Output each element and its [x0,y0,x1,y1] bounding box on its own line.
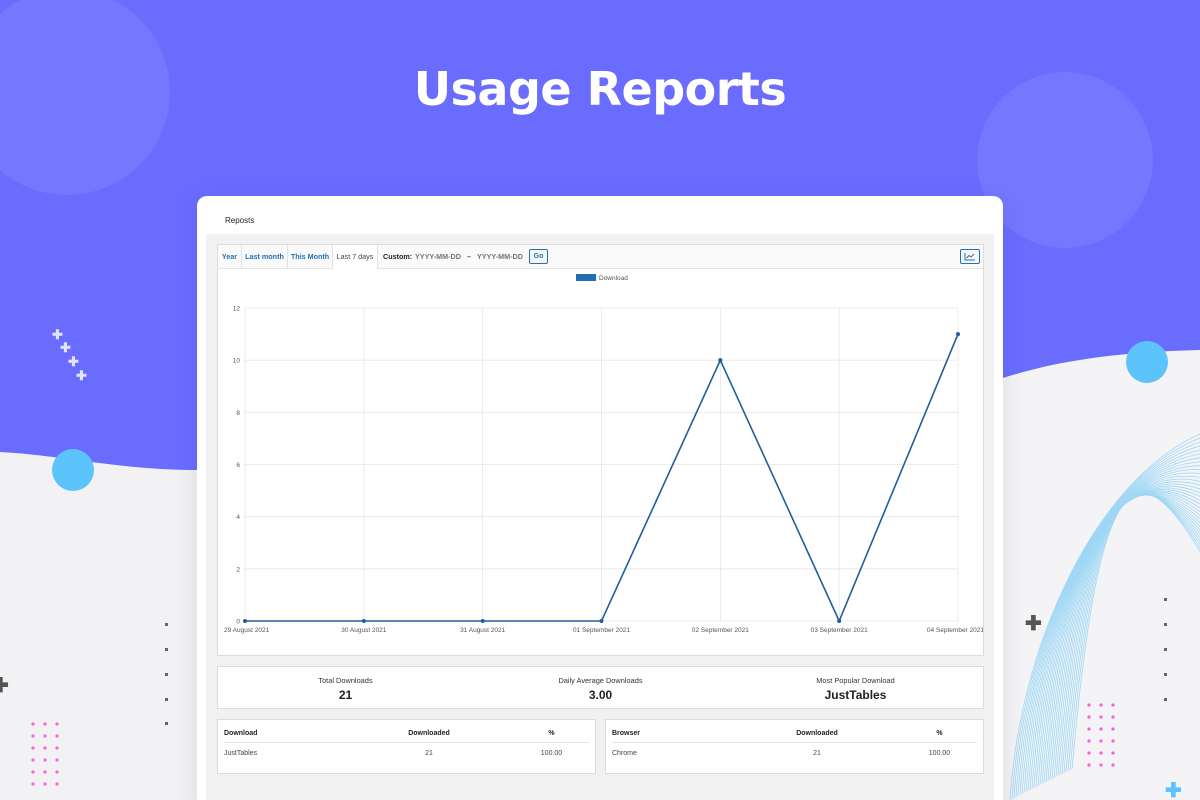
x-tick-label: 04 September 2021 [927,627,983,634]
svg-text:✚: ✚ [1165,780,1182,800]
tab-year[interactable]: Year [218,245,242,269]
downloads-line-chart: Download 0 2 4 6 8 10 12 29 August 2021 30 August… [224,274,983,634]
y-tick-label: 4 [236,514,240,521]
table-cell: Chrome [612,750,637,757]
column-header: Downloaded [732,728,902,743]
y-tick-label: 2 [236,566,240,573]
stat-label: Daily Average Downloads [558,676,643,685]
blue-bubble-left [52,449,94,491]
y-tick-label: 12 [233,306,241,313]
svg-text:✚: ✚ [68,354,79,369]
blue-bubble-right [1126,341,1168,383]
column-header: Downloaded [344,728,514,743]
column-header: Download [224,728,344,743]
x-tick-label: 03 September 2021 [811,627,868,634]
stat-value: 3.00 [588,688,613,702]
table-cell: JustTables [224,750,258,757]
stat-daily-average: Daily Average Downloads 3.00 [473,667,728,702]
stat-label: Total Downloads [318,676,373,685]
reports-body: Year Last month This Month Last 7 days C… [206,234,994,800]
stat-value: JustTables [824,688,887,702]
data-point [837,619,842,623]
tab-last-month[interactable]: Last month [242,245,288,269]
svg-text:✚: ✚ [1025,613,1042,635]
data-point [361,619,366,623]
go-button[interactable]: Go [529,249,548,264]
data-point [599,619,604,623]
stat-value: 21 [338,688,353,702]
column-header: % [902,728,977,743]
y-tick-label: 10 [233,358,241,365]
table-cell: 100.00 [540,750,563,757]
x-tick-label: 29 August 2021 [224,627,270,634]
x-tick-label: 01 September 2021 [573,627,630,634]
custom-range-label: Custom: [383,252,413,261]
table-row: JustTables 21 100.00 [224,743,589,757]
reports-tab[interactable]: Reposts [225,216,254,225]
svg-text:✚: ✚ [60,340,71,355]
line-chart-icon [964,253,975,261]
legend-label: Download [599,275,628,282]
table-row: Chrome 21 100.00 [612,743,977,757]
date-range-toolbar: Year Last month This Month Last 7 days C… [218,245,983,269]
table-cell: 21 [813,750,821,757]
data-point [243,619,247,623]
stat-total-downloads: Total Downloads 21 [218,667,473,702]
x-tick-label: 30 August 2021 [341,627,387,634]
downloads-table: Download Downloaded % JustTables 21 100.… [224,728,589,757]
browser-table-card: Browser Downloaded % Chrome 21 100.00 [605,719,984,774]
svg-text:✚: ✚ [0,675,9,697]
legend-swatch [576,274,596,281]
svg-text:✚: ✚ [76,368,87,383]
column-header: Browser [612,728,732,743]
stat-most-popular: Most Popular Download JustTables [728,667,983,702]
summary-card: Total Downloads 21 Daily Average Downloa… [217,666,984,709]
start-date-input[interactable] [415,251,465,263]
data-point [956,332,960,337]
table-cell: 21 [425,750,433,757]
data-point [718,358,723,363]
chart-card: Year Last month This Month Last 7 days C… [217,244,984,656]
table-cell: 100.00 [928,750,951,757]
column-header: % [514,728,589,743]
page-hero-title: Usage Reports [413,62,787,116]
stat-label: Most Popular Download [816,676,895,685]
end-date-input[interactable] [477,251,527,263]
date-separator: – [467,252,471,261]
downloads-table-card: Download Downloaded % JustTables 21 100.… [217,719,596,774]
y-tick-label: 0 [236,619,240,626]
chart-toggle-button[interactable] [960,249,980,264]
x-tick-label: 31 August 2021 [460,627,506,634]
tab-last-7-days[interactable]: Last 7 days [333,245,378,269]
browser-table: Browser Downloaded % Chrome 21 100.00 [612,728,977,757]
y-tick-label: 8 [236,410,240,417]
reports-panel: Reposts Year Last month This Month Last … [197,196,1003,800]
tab-this-month[interactable]: This Month [288,245,333,269]
data-point [480,619,485,623]
y-tick-label: 6 [236,462,240,469]
x-tick-label: 02 September 2021 [692,627,749,634]
